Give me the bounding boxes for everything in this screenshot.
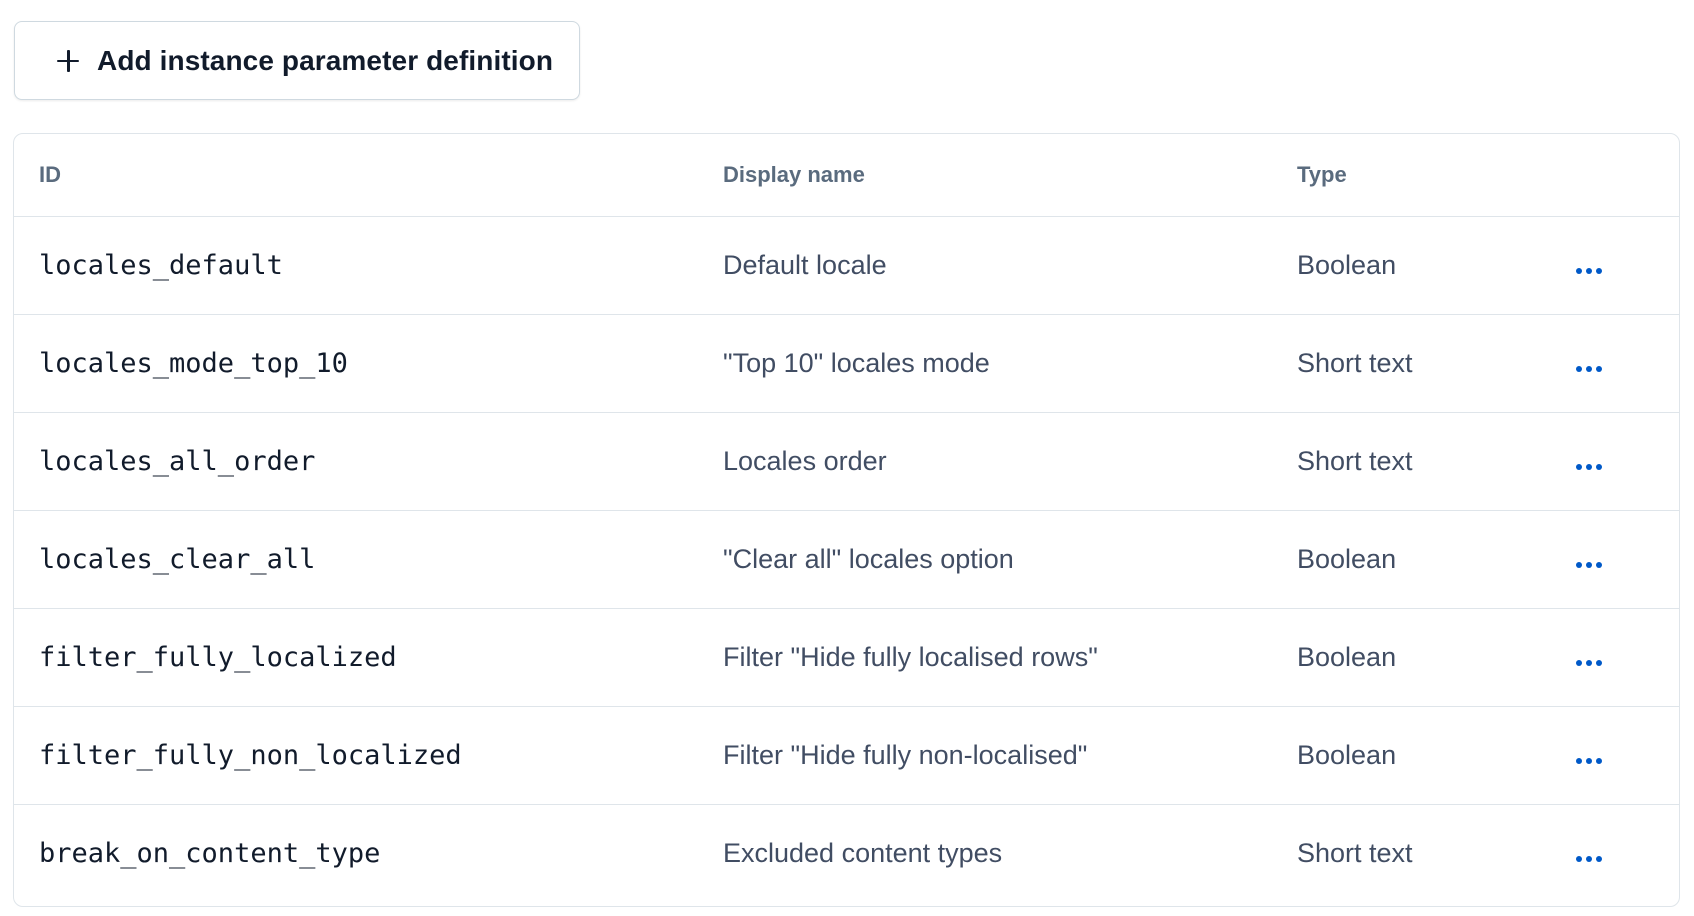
more-options-icon[interactable] (1574, 360, 1604, 378)
parameter-id: break_on_content_type (39, 838, 381, 869)
column-header-actions (1553, 134, 1679, 217)
parameter-id: locales_default (14, 216, 723, 315)
plus-icon (55, 48, 81, 74)
add-button-label: Add instance parameter definition (97, 44, 554, 76)
parameter-id: locales_clear_all (14, 510, 723, 609)
row-actions-cell (1553, 805, 1679, 903)
parameter-id: filter_fully_localized (14, 608, 723, 707)
parameter-type: Boolean (1297, 608, 1553, 707)
table-row: locales_default Default locale Boolean (14, 216, 1679, 315)
column-header-id: ID (14, 134, 723, 217)
row-actions-cell (1553, 706, 1679, 805)
parameter-display-name: "Clear all" locales option (723, 510, 1297, 609)
more-options-dot (1596, 758, 1602, 764)
more-options-icon[interactable] (1574, 850, 1604, 868)
more-options-dot (1596, 562, 1602, 568)
more-options-icon[interactable] (1574, 752, 1604, 770)
parameter-display-name: Default locale (723, 216, 1297, 315)
table-row: break_on_content_type Excluded content ty… (14, 805, 1679, 903)
parameter-display-name: Filter "Hide fully localised rows" (723, 608, 1297, 707)
parameter-id: locales_mode_top_10 (14, 314, 723, 413)
more-options-dot (1586, 562, 1592, 568)
more-options-dot (1596, 268, 1602, 274)
more-options-dot (1576, 758, 1582, 764)
more-options-dot (1596, 366, 1602, 372)
row-actions-cell (1553, 510, 1679, 609)
more-options-dot (1596, 660, 1602, 666)
parameter-type: Short text (1297, 314, 1553, 413)
more-options-icon[interactable] (1574, 458, 1604, 476)
more-options-dot (1576, 660, 1582, 666)
parameter-type: Boolean (1297, 706, 1553, 805)
add-instance-parameter-button[interactable]: Add instance parameter definition (14, 21, 580, 100)
parameter-type: Short text (1297, 412, 1553, 511)
more-options-icon[interactable] (1574, 556, 1604, 574)
more-options-dot (1596, 464, 1602, 470)
row-actions-cell (1553, 412, 1679, 511)
more-options-icon[interactable] (1574, 654, 1604, 672)
parameter-definitions-table: ID Display name Type locales_default Defa… (13, 133, 1680, 907)
table-header-row: ID Display name Type (14, 134, 1679, 217)
table-row: locales_mode_top_10 "Top 10" locales mode… (14, 314, 1679, 413)
more-options-dot (1576, 562, 1582, 568)
parameter-display-name: Excluded content types (723, 838, 1003, 868)
row-actions-cell (1553, 314, 1679, 413)
column-header-type: Type (1297, 134, 1553, 217)
parameter-id: filter_fully_non_localized (14, 706, 723, 805)
table-row: locales_clear_all "Clear all" locales opt… (14, 510, 1679, 609)
more-options-dot (1586, 856, 1592, 862)
more-options-dot (1586, 366, 1592, 372)
parameter-display-name: "Top 10" locales mode (723, 314, 1297, 413)
parameter-display-name: Filter "Hide fully non-localised" (723, 706, 1297, 805)
more-options-dot (1586, 758, 1592, 764)
table-row: filter_fully_non_localized Filter "Hide f… (14, 706, 1679, 805)
more-options-dot (1586, 660, 1592, 666)
parameter-type: Boolean (1297, 510, 1553, 609)
more-options-dot (1576, 366, 1582, 372)
row-actions-cell (1553, 608, 1679, 707)
more-options-dot (1576, 856, 1582, 862)
row-actions-cell (1553, 216, 1679, 315)
more-options-dot (1586, 464, 1592, 470)
parameter-id: locales_all_order (14, 412, 723, 511)
parameter-display-name: Locales order (723, 412, 1297, 511)
more-options-icon[interactable] (1574, 262, 1604, 280)
more-options-dot (1576, 464, 1582, 470)
parameter-type: Boolean (1297, 216, 1553, 315)
table-row: filter_fully_localized Filter "Hide fully… (14, 608, 1679, 707)
more-options-dot (1586, 268, 1592, 274)
more-options-dot (1576, 268, 1582, 274)
parameter-type: Short text (1297, 838, 1413, 868)
column-header-display-name: Display name (723, 134, 1297, 217)
table-row: locales_all_order Locales order Short text (14, 412, 1679, 511)
more-options-dot (1596, 856, 1602, 862)
